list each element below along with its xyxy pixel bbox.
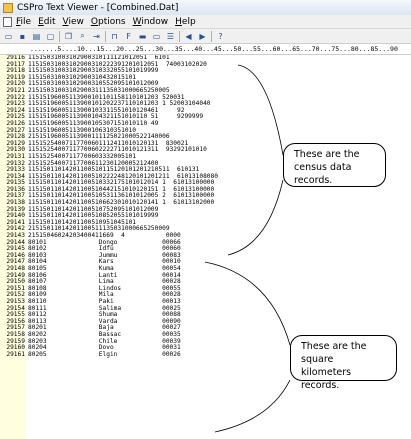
toolbar-separator xyxy=(179,30,180,42)
menu-item-help[interactable]: Help xyxy=(175,17,196,27)
squarekm-callout: These are the square kilometers records. xyxy=(290,335,397,391)
title-bar: CSPro Text Viewer - [Combined.Dat] xyxy=(0,0,411,16)
menu-label: elp xyxy=(181,16,196,27)
columns-icon[interactable]: ☰ xyxy=(165,31,176,42)
line-number: 29161 xyxy=(0,351,25,359)
toolbar-separator xyxy=(59,30,60,42)
census-callout-text: These are the census data records. xyxy=(294,149,360,186)
menu-item-window[interactable]: Window xyxy=(133,17,169,27)
menu-label: dit xyxy=(43,16,56,27)
census-callout: These are the census data records. xyxy=(283,143,386,187)
text-view[interactable]: 29116 11515031003102900310111121012051 61… xyxy=(0,55,411,439)
toolbar-separator xyxy=(211,30,212,42)
ruler-text: .......5....10...15...20...25...30...35.… xyxy=(30,45,398,53)
previous-icon[interactable]: ◀ xyxy=(183,31,194,42)
font-icon[interactable]: F xyxy=(123,31,134,42)
help-icon[interactable]: ? xyxy=(215,31,226,42)
menu-label: ile xyxy=(20,16,32,27)
menu-item-view[interactable]: View xyxy=(63,17,84,27)
app-icon xyxy=(3,2,13,13)
window-title: CSPro Text Viewer - [Combined.Dat] xyxy=(17,2,179,13)
column-ruler: .......5....10...15...20...25...30...35.… xyxy=(0,44,411,55)
filter-icon[interactable]: ⊓ xyxy=(109,31,120,42)
menu-item-options[interactable]: Options xyxy=(91,17,126,27)
print-icon[interactable]: ▤ xyxy=(31,31,42,42)
menu-item-file[interactable]: File xyxy=(16,17,31,27)
menu-label: ptions xyxy=(97,16,126,27)
find-icon[interactable]: ⌕ xyxy=(77,31,88,42)
menu-label: indow xyxy=(141,16,169,27)
toolbar-separator xyxy=(105,30,106,42)
menu-label: iew xyxy=(68,16,84,27)
find-next-icon[interactable]: ⇥ xyxy=(91,31,102,42)
open-icon[interactable]: ▭ xyxy=(3,31,14,42)
next-icon[interactable]: ▶ xyxy=(197,31,208,42)
toggle-a-icon[interactable]: ▬ xyxy=(137,31,148,42)
toggle-b-icon[interactable]: ▭ xyxy=(151,31,162,42)
preview-icon[interactable]: ▢ xyxy=(45,31,56,42)
toolbar: ▭ ▪ ▤ ▢ ❐ ⌕ ⇥ ⊓ F ▬ ▭ ☰ ◀ ▶? xyxy=(0,29,411,44)
menu-mnemonic: O xyxy=(90,16,98,27)
document-icon[interactable] xyxy=(3,16,12,27)
record-text: 80205 Elgin 00026 xyxy=(28,350,181,358)
save-icon[interactable]: ▪ xyxy=(17,31,28,42)
copy-icon[interactable]: ❐ xyxy=(63,31,74,42)
menu-item-edit[interactable]: Edit xyxy=(38,17,55,27)
menu-bar: File Edit View Options Window Help xyxy=(0,15,411,29)
menu-mnemonic: H xyxy=(175,16,182,27)
